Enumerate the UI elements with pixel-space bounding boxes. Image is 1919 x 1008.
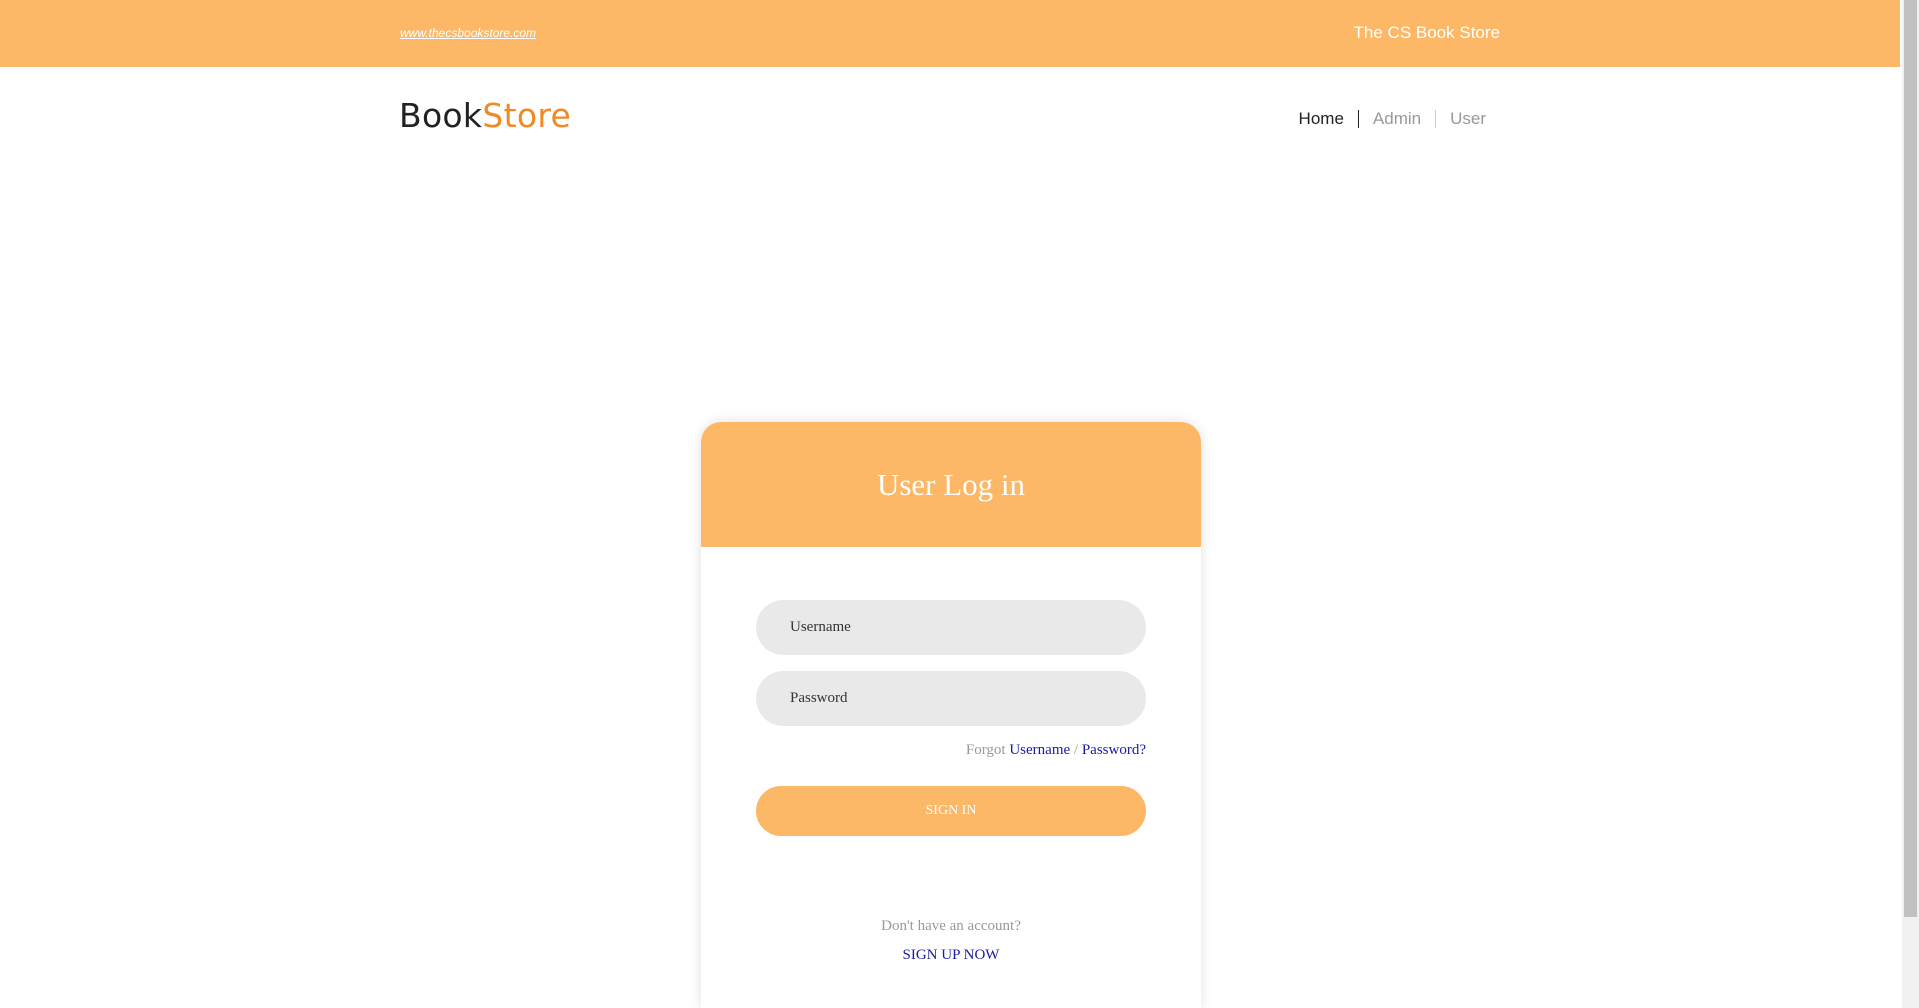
sign-up-row: SIGN UP NOW (701, 947, 1201, 964)
forgot-password-link[interactable]: Password? (1082, 742, 1146, 758)
login-title: User Log in (876, 466, 1026, 502)
brand-logo-part1: Book (399, 96, 483, 135)
main-nav: Home Admin User (1299, 109, 1486, 129)
brand-logo[interactable]: BookStore (399, 96, 571, 136)
store-title: The CS Book Store (1353, 23, 1500, 42)
forgot-username-link[interactable]: Username (1009, 742, 1070, 758)
website-link[interactable]: www.thecsbookstore.com (400, 26, 536, 40)
forgot-separator: / (1073, 742, 1079, 758)
username-input[interactable] (756, 600, 1146, 655)
no-account-text: Don't have an account? (881, 918, 1021, 934)
login-card-header: User Log in (701, 422, 1201, 547)
sign-up-link[interactable]: SIGN UP NOW (903, 947, 1000, 963)
nav-divider (1435, 110, 1437, 128)
scrollbar-thumb[interactable] (1904, 0, 1917, 917)
nav-divider (1357, 110, 1359, 128)
password-input[interactable] (756, 671, 1146, 726)
nav-item-home[interactable]: Home (1299, 109, 1344, 129)
forgot-credentials: Forgot Username / Password? (966, 742, 1146, 759)
nav-item-admin[interactable]: Admin (1373, 109, 1421, 129)
sign-in-button[interactable]: SIGN IN (756, 786, 1146, 836)
login-card: User Log in Forgot Username / Password? … (701, 422, 1201, 1008)
brand-logo-part2: Store (482, 96, 572, 135)
top-bar: www.thecsbookstore.com The CS Book Store (0, 0, 1900, 67)
nav-item-user[interactable]: User (1450, 109, 1486, 129)
forgot-prefix: Forgot (965, 742, 1006, 758)
page-scrollbar[interactable] (1902, 0, 1919, 1008)
